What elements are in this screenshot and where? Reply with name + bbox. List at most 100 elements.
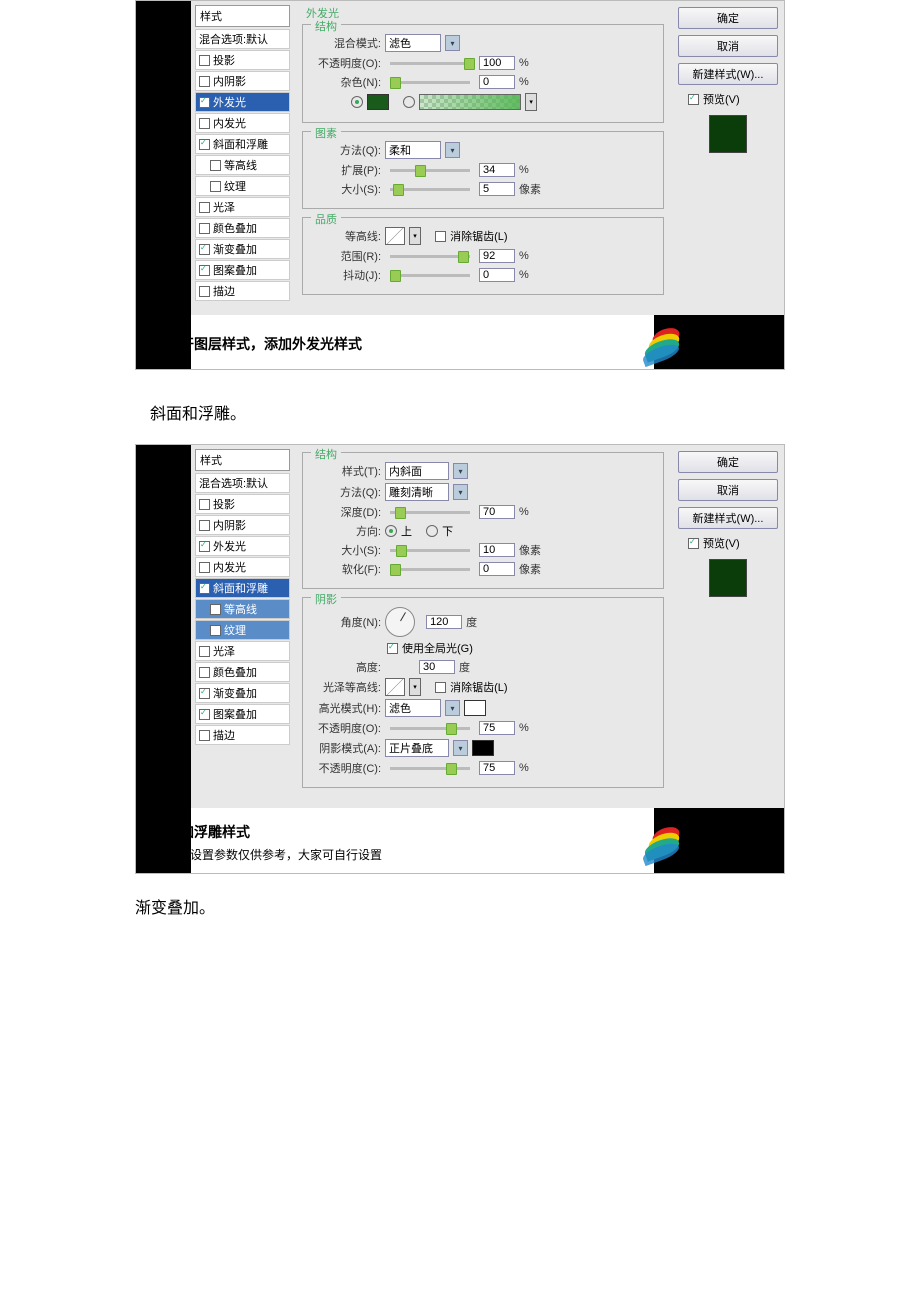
chevron-down-icon[interactable]: ▾ bbox=[453, 740, 468, 756]
spread-input[interactable]: 34 bbox=[479, 163, 515, 177]
chevron-down-icon[interactable]: ▾ bbox=[445, 35, 460, 51]
sidebar-item-inner-shadow[interactable]: 内阴影 bbox=[195, 71, 290, 91]
size-input[interactable]: 10 bbox=[479, 543, 515, 557]
chevron-down-icon[interactable]: ▾ bbox=[453, 463, 468, 479]
altitude-input[interactable]: 30 bbox=[419, 660, 455, 674]
checkbox-icon[interactable] bbox=[199, 646, 210, 657]
new-style-button[interactable]: 新建样式(W)... bbox=[678, 507, 778, 529]
checkbox-icon[interactable] bbox=[199, 223, 210, 234]
checkbox-icon[interactable] bbox=[199, 520, 210, 531]
gradient-preview[interactable] bbox=[419, 94, 521, 110]
spread-slider[interactable] bbox=[390, 169, 470, 172]
checkbox-icon[interactable] bbox=[210, 625, 221, 636]
checkbox-icon[interactable] bbox=[435, 682, 446, 693]
checkbox-icon[interactable] bbox=[210, 160, 221, 171]
technique-select[interactable]: 雕刻清晰 bbox=[385, 483, 449, 501]
sidebar-item-inner-shadow[interactable]: 内阴影 bbox=[195, 515, 290, 535]
chevron-down-icon[interactable]: ▾ bbox=[525, 93, 537, 111]
style-select[interactable]: 内斜面 bbox=[385, 462, 449, 480]
range-slider[interactable] bbox=[390, 255, 470, 258]
checkbox-icon[interactable] bbox=[199, 118, 210, 129]
checkbox-icon[interactable] bbox=[210, 181, 221, 192]
sidebar-item-blend-options[interactable]: 混合选项:默认 bbox=[195, 29, 290, 49]
sidebar-item-satin[interactable]: 光泽 bbox=[195, 197, 290, 217]
opacity-input[interactable]: 100 bbox=[479, 56, 515, 70]
checkbox-icon[interactable] bbox=[199, 55, 210, 66]
chevron-down-icon[interactable]: ▾ bbox=[445, 142, 460, 158]
range-input[interactable]: 92 bbox=[479, 249, 515, 263]
checkbox-icon[interactable] bbox=[199, 286, 210, 297]
contour-picker[interactable] bbox=[385, 227, 405, 245]
new-style-button[interactable]: 新建样式(W)... bbox=[678, 63, 778, 85]
sidebar-item-inner-glow[interactable]: 内发光 bbox=[195, 113, 290, 133]
size-slider[interactable] bbox=[390, 549, 470, 552]
sidebar-item-gradient-overlay[interactable]: 渐变叠加 bbox=[195, 683, 290, 703]
chevron-down-icon[interactable]: ▾ bbox=[445, 700, 460, 716]
checkbox-icon[interactable] bbox=[199, 97, 210, 108]
sidebar-item-bevel-emboss[interactable]: 斜面和浮雕 bbox=[195, 578, 290, 598]
checkbox-icon[interactable] bbox=[688, 538, 699, 549]
sidebar-item-stroke[interactable]: 描边 bbox=[195, 725, 290, 745]
shadow-opacity-input[interactable]: 75 bbox=[479, 761, 515, 775]
sidebar-item-pattern-overlay[interactable]: 图案叠加 bbox=[195, 260, 290, 280]
depth-input[interactable]: 70 bbox=[479, 505, 515, 519]
sidebar-item-outer-glow[interactable]: 外发光 bbox=[195, 536, 290, 556]
chevron-down-icon[interactable]: ▾ bbox=[409, 227, 421, 245]
cancel-button[interactable]: 取消 bbox=[678, 479, 778, 501]
shadow-color-swatch[interactable] bbox=[472, 740, 494, 756]
sidebar-item-stroke[interactable]: 描边 bbox=[195, 281, 290, 301]
sidebar-item-blend-options[interactable]: 混合选项:默认 bbox=[195, 473, 290, 493]
checkbox-icon[interactable] bbox=[688, 94, 699, 105]
sidebar-item-drop-shadow[interactable]: 投影 bbox=[195, 494, 290, 514]
soften-slider[interactable] bbox=[390, 568, 470, 571]
sidebar-item-gradient-overlay[interactable]: 渐变叠加 bbox=[195, 239, 290, 259]
checkbox-icon[interactable] bbox=[199, 244, 210, 255]
ok-button[interactable]: 确定 bbox=[678, 7, 778, 29]
checkbox-icon[interactable] bbox=[199, 688, 210, 699]
opacity-slider[interactable] bbox=[390, 62, 470, 65]
cancel-button[interactable]: 取消 bbox=[678, 35, 778, 57]
checkbox-icon[interactable] bbox=[199, 499, 210, 510]
checkbox-icon[interactable] bbox=[199, 139, 210, 150]
angle-input[interactable]: 120 bbox=[426, 615, 462, 629]
checkbox-icon[interactable] bbox=[199, 730, 210, 741]
depth-slider[interactable] bbox=[390, 511, 470, 514]
noise-input[interactable]: 0 bbox=[479, 75, 515, 89]
highlight-opacity-slider[interactable] bbox=[390, 727, 470, 730]
sidebar-item-contour[interactable]: 等高线 bbox=[195, 155, 290, 175]
checkbox-icon[interactable] bbox=[387, 643, 398, 654]
sidebar-item-texture[interactable]: 纹理 bbox=[195, 620, 290, 640]
checkbox-icon[interactable] bbox=[199, 76, 210, 87]
jitter-slider[interactable] bbox=[390, 274, 470, 277]
size-input[interactable]: 5 bbox=[479, 182, 515, 196]
chevron-down-icon[interactable]: ▾ bbox=[409, 678, 421, 696]
sidebar-item-inner-glow[interactable]: 内发光 bbox=[195, 557, 290, 577]
shadow-mode-select[interactable]: 正片叠底 bbox=[385, 739, 449, 757]
gradient-radio[interactable] bbox=[403, 96, 415, 108]
checkbox-icon[interactable] bbox=[199, 709, 210, 720]
highlight-opacity-input[interactable]: 75 bbox=[479, 721, 515, 735]
sidebar-item-bevel-emboss[interactable]: 斜面和浮雕 bbox=[195, 134, 290, 154]
sidebar-item-pattern-overlay[interactable]: 图案叠加 bbox=[195, 704, 290, 724]
sidebar-item-color-overlay[interactable]: 颜色叠加 bbox=[195, 218, 290, 238]
sidebar-item-color-overlay[interactable]: 颜色叠加 bbox=[195, 662, 290, 682]
direction-down-radio[interactable] bbox=[426, 525, 438, 537]
highlight-mode-select[interactable]: 滤色 bbox=[385, 699, 441, 717]
sidebar-item-satin[interactable]: 光泽 bbox=[195, 641, 290, 661]
blend-mode-select[interactable]: 滤色 bbox=[385, 34, 441, 52]
checkbox-icon[interactable] bbox=[210, 604, 221, 615]
angle-dial[interactable] bbox=[385, 607, 415, 637]
checkbox-icon[interactable] bbox=[435, 231, 446, 242]
sidebar-item-texture[interactable]: 纹理 bbox=[195, 176, 290, 196]
jitter-input[interactable]: 0 bbox=[479, 268, 515, 282]
checkbox-icon[interactable] bbox=[199, 202, 210, 213]
checkbox-icon[interactable] bbox=[199, 265, 210, 276]
sidebar-item-outer-glow[interactable]: 外发光 bbox=[195, 92, 290, 112]
sidebar-item-contour[interactable]: 等高线 bbox=[195, 599, 290, 619]
checkbox-icon[interactable] bbox=[199, 562, 210, 573]
direction-up-radio[interactable] bbox=[385, 525, 397, 537]
checkbox-icon[interactable] bbox=[199, 541, 210, 552]
color-radio[interactable] bbox=[351, 96, 363, 108]
shadow-opacity-slider[interactable] bbox=[390, 767, 470, 770]
chevron-down-icon[interactable]: ▾ bbox=[453, 484, 468, 500]
